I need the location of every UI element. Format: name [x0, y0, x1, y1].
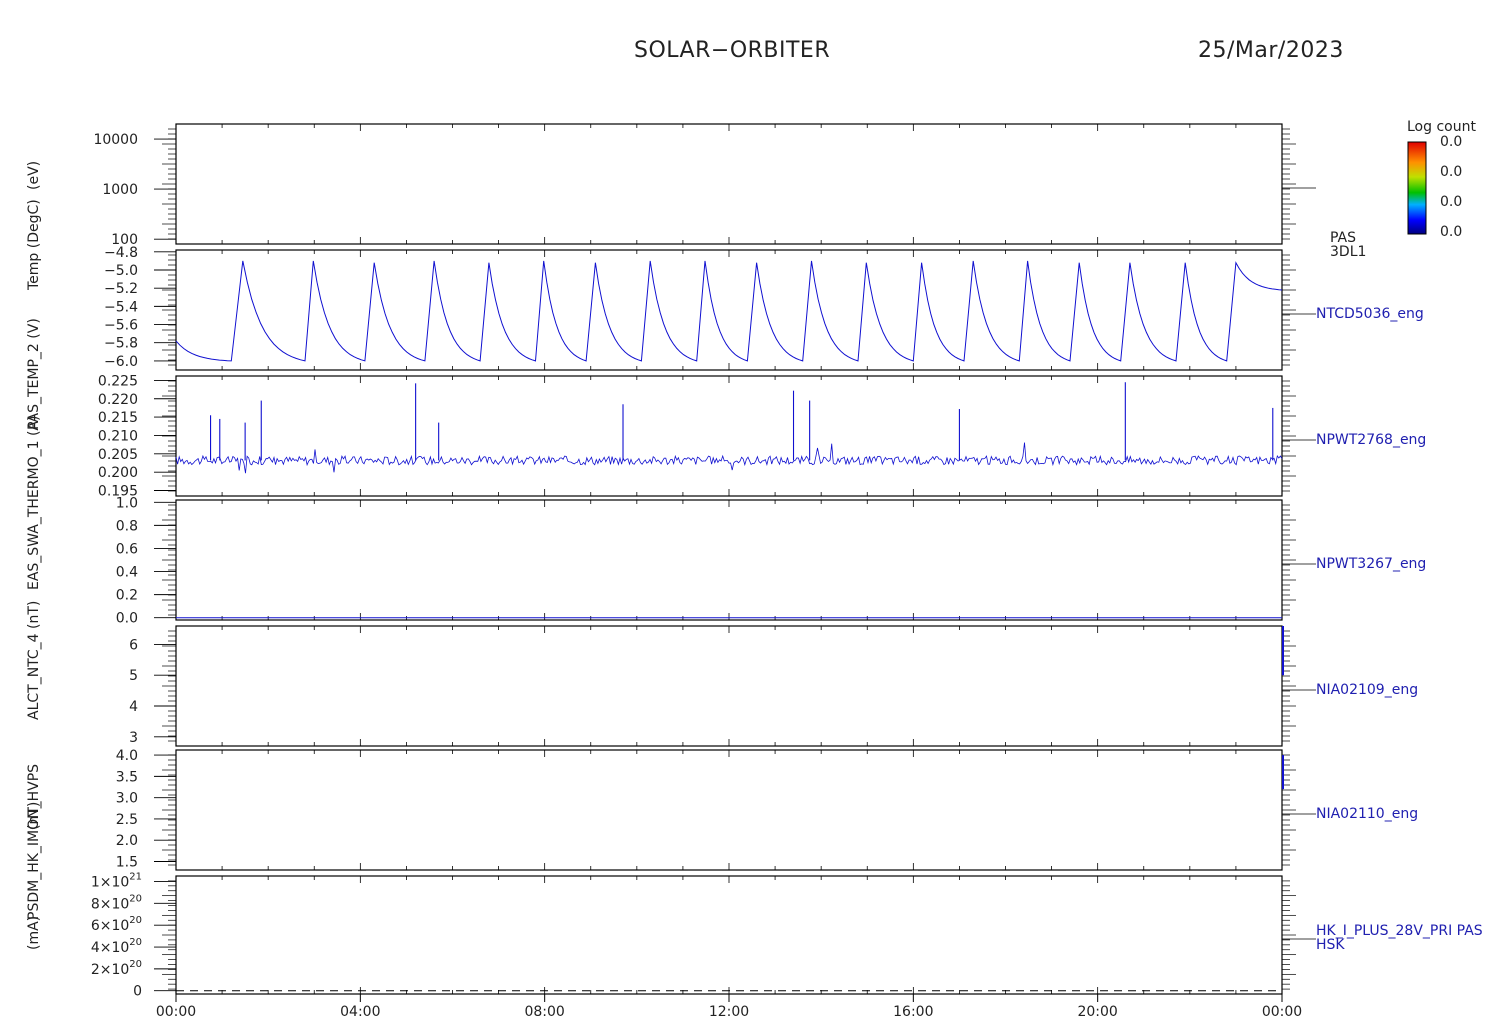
- y-tick-label: −5.8: [104, 336, 138, 352]
- y-tick-label: 4: [129, 699, 138, 715]
- y-tick-label: 2×1020: [91, 959, 142, 978]
- series-label: NTCD5036_eng: [1316, 306, 1424, 322]
- y-tick-label: 6: [129, 637, 138, 653]
- y-tick-label: 2.0: [116, 833, 138, 849]
- series-label: HSK: [1316, 937, 1345, 953]
- y-tick-label: 5: [129, 668, 138, 684]
- x-tick-label: 04:00: [340, 1004, 380, 1020]
- y-tick-label: 1.0: [116, 495, 138, 511]
- panel-frame: [175, 375, 1283, 497]
- series-label: 3DL1: [1330, 244, 1366, 260]
- y-tick-label: 0.215: [98, 410, 138, 426]
- panel-frame: [175, 875, 1283, 995]
- y-tick-label: −4.8: [104, 245, 138, 261]
- x-tick-label: 00:00: [156, 1004, 196, 1020]
- colorbar-tick: 0.0: [1440, 224, 1463, 240]
- y-tick-label: −5.2: [104, 281, 138, 297]
- y-tick-label: 3.5: [116, 769, 138, 785]
- y-tick-label: −6.0: [104, 354, 138, 370]
- y-tick-label: 0.6: [116, 541, 138, 557]
- colorbar-tick: 0.0: [1440, 164, 1463, 180]
- x-tick-label: 16:00: [893, 1004, 933, 1020]
- panel-frame: [175, 625, 1283, 747]
- y-tick-label: 0.220: [98, 392, 138, 408]
- y-tick-label: 2.5: [116, 812, 138, 828]
- x-tick-label: 12:00: [709, 1004, 749, 1020]
- data-line: [175, 260, 1283, 362]
- y-tick-label: 3.0: [116, 791, 138, 807]
- y-tick-label: 1000: [102, 182, 138, 198]
- series-label: NIA02110_eng: [1316, 806, 1418, 822]
- y-tick-label: −5.4: [104, 299, 138, 315]
- y-tick-label: −5.6: [104, 318, 138, 334]
- panel-frame: [175, 123, 1283, 245]
- y-tick-label: 0.2: [116, 588, 138, 604]
- y-tick-label: 1×1021: [91, 871, 142, 890]
- x-tick-label: 20:00: [1077, 1004, 1117, 1020]
- y-tick-label: −5.0: [104, 263, 138, 279]
- y-tick-label: 1.5: [116, 854, 138, 870]
- y-tick-label: 0: [133, 984, 142, 1000]
- y-tick-label: 0.210: [98, 428, 138, 444]
- panel-0: 100001000100 PAS3DL1: [93, 123, 1366, 260]
- y-tick-label: 0.205: [98, 447, 138, 463]
- x-tick-label: 08:00: [524, 1004, 564, 1020]
- y-tick-label: 0.200: [98, 465, 138, 481]
- y-tick-label: 4×1020: [91, 937, 142, 956]
- panel-1: −4.8 −5.0 −5.2 −5.4 −5.6 −5.8 −6.0 NTCD5036_eng: [104, 245, 1424, 371]
- colorbar: [1407, 141, 1427, 235]
- y-tick-label: 0.8: [116, 518, 138, 534]
- x-tick-label: 00:00: [1262, 1004, 1302, 1020]
- panel-6: 1×10218×10206×10204×10202×10200HK_I_PLUS…: [91, 871, 1483, 999]
- colorbar-gradient: [1407, 141, 1427, 235]
- data-line: [175, 442, 1283, 474]
- plot-area: 100001000100 PAS3DL1−4.8−5.0−5.2−5.4−5.6−…: [91, 123, 1483, 1020]
- y-tick-label: 0.0: [116, 611, 138, 627]
- colorbar-tick: 0.0: [1440, 134, 1463, 150]
- panel-3: 1.0 0.8 0.6 0.4 0.2 0.0 NPWT3267_eng: [116, 495, 1427, 626]
- panel-frame: [175, 499, 1283, 621]
- series-label: NPWT2768_eng: [1316, 432, 1426, 448]
- y-tick-label: 0.225: [98, 373, 138, 389]
- panel-4: 6 5 4 3 NIA02109_eng: [129, 625, 1418, 747]
- y-tick-label: 10000: [93, 132, 138, 148]
- y-tick-label: 6×1020: [91, 915, 142, 934]
- panel-2: 0.2250.2200.2150.2100.2050.2000.195NPWT2…: [98, 373, 1426, 499]
- y-tick-label: 8×1020: [91, 893, 142, 912]
- y-tick-label: 3: [129, 730, 138, 746]
- series-label: NIA02109_eng: [1316, 682, 1418, 698]
- colorbar-title: Log count: [1407, 119, 1476, 135]
- series-label: NPWT3267_eng: [1316, 556, 1426, 572]
- panel-frame: [175, 249, 1283, 371]
- panel-5: 4.0 3.5 3.0 2.5 2.0 1.5 NIA02110_eng: [116, 748, 1418, 871]
- y-tick-label: 0.4: [116, 565, 138, 581]
- y-tick-label: 4.0: [116, 748, 138, 764]
- panel-frame: [175, 749, 1283, 871]
- colorbar-tick: 0.0: [1440, 194, 1463, 210]
